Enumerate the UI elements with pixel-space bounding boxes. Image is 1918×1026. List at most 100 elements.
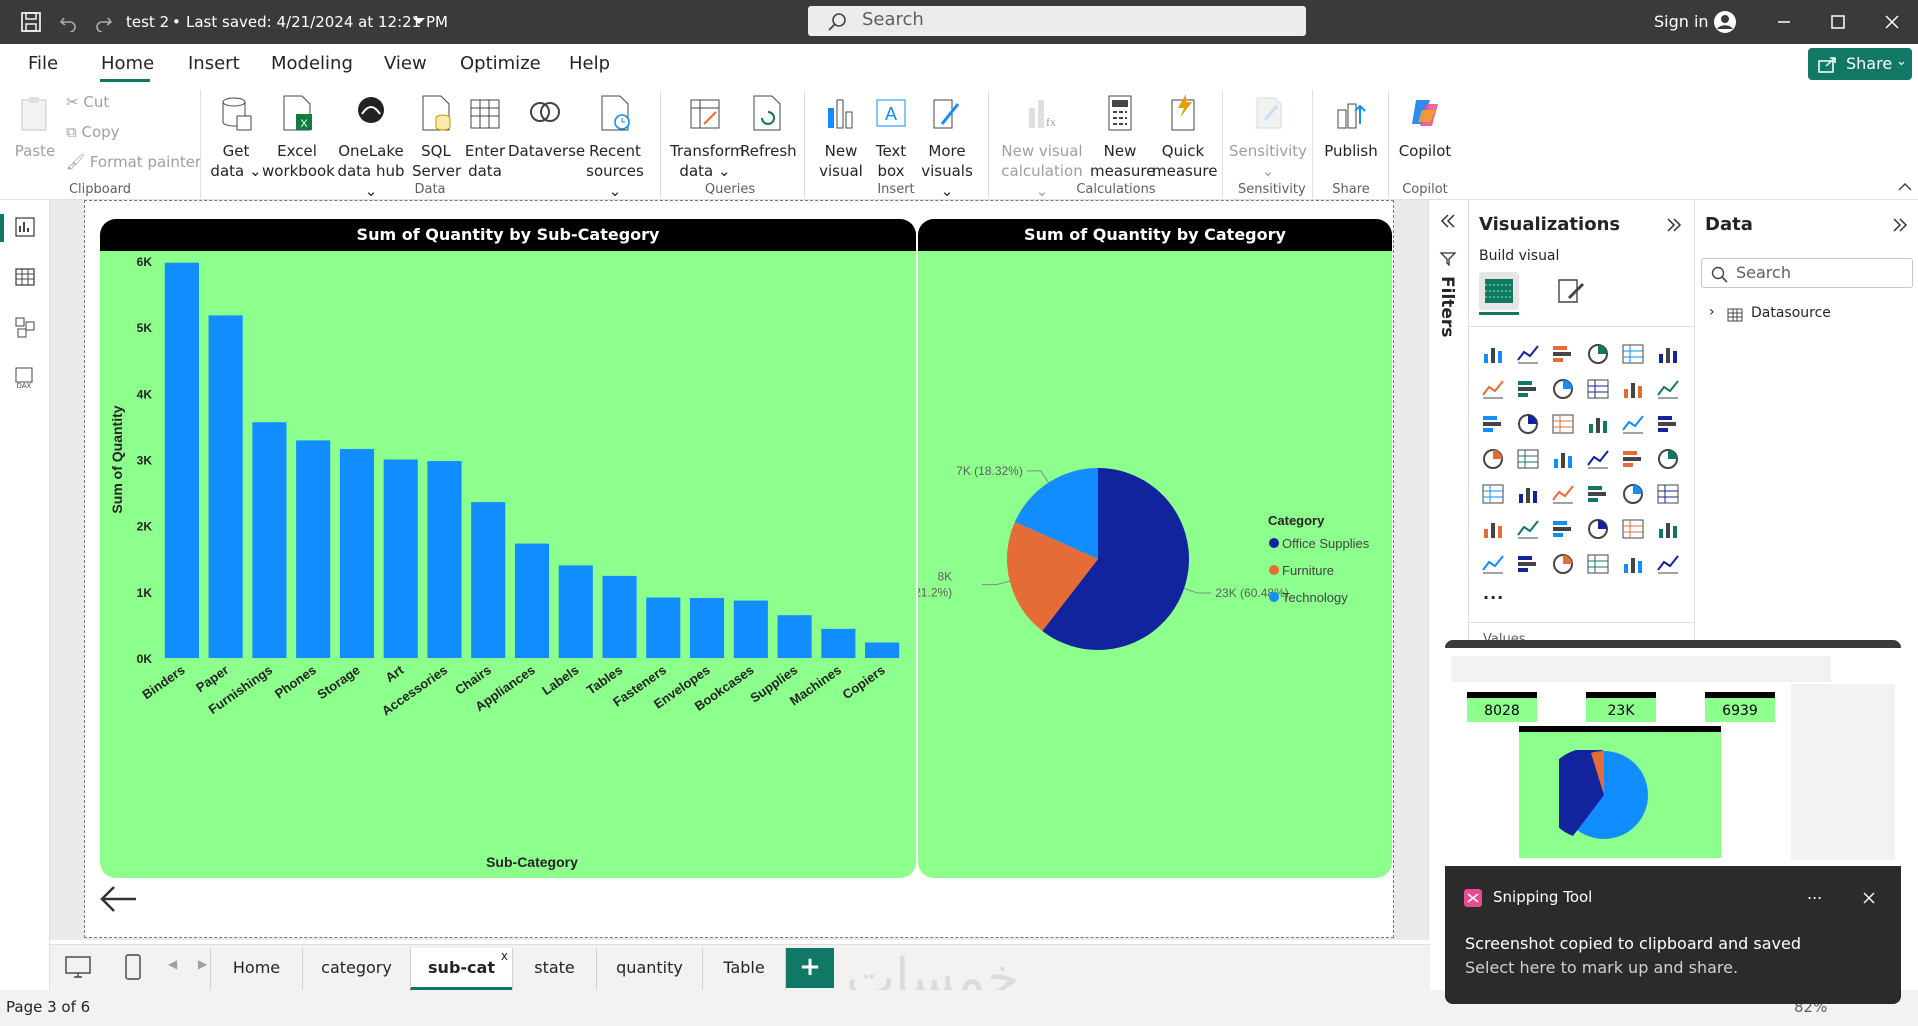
table-view-icon[interactable] bbox=[14, 266, 36, 288]
sign-in-link[interactable]: Sign in bbox=[1654, 12, 1709, 31]
collapse-ribbon-icon[interactable] bbox=[1898, 182, 1912, 192]
new-visual-button[interactable]: New visual bbox=[816, 94, 866, 181]
menu-view[interactable]: View bbox=[384, 53, 427, 74]
scroll-left-icon[interactable]: ◀ bbox=[168, 957, 177, 971]
visual-type-icon[interactable] bbox=[1516, 482, 1540, 506]
copilot-button[interactable]: Copilot bbox=[1394, 94, 1456, 161]
excel-workbook-button[interactable]: X Excel workbook bbox=[262, 94, 335, 181]
visual-type-icon[interactable] bbox=[1481, 377, 1505, 401]
visual-type-icon[interactable] bbox=[1481, 552, 1505, 576]
visual-type-icon[interactable] bbox=[1481, 412, 1505, 436]
visual-type-icon[interactable] bbox=[1551, 412, 1575, 436]
more-visuals-button[interactable]: More visuals ⌄ bbox=[918, 94, 976, 201]
tab-category[interactable]: category bbox=[302, 948, 410, 990]
save-icon[interactable] bbox=[20, 11, 42, 33]
sensitivity-button[interactable]: Sensitivity ⌄ bbox=[1228, 94, 1308, 181]
visual-type-icon[interactable] bbox=[1516, 377, 1540, 401]
report-view-icon[interactable] bbox=[14, 216, 36, 238]
refresh-button[interactable]: Refresh bbox=[740, 94, 797, 161]
desktop-layout-icon[interactable] bbox=[64, 955, 92, 979]
visual-type-icon[interactable] bbox=[1481, 482, 1505, 506]
menu-file[interactable]: File bbox=[28, 53, 58, 74]
visual-type-icon[interactable] bbox=[1656, 552, 1680, 576]
transform-data-button[interactable]: Transform data ⌄ bbox=[670, 94, 745, 181]
new-measure-button[interactable]: New measure bbox=[1090, 94, 1155, 181]
toast-more-icon[interactable]: ... bbox=[1807, 884, 1822, 903]
visual-type-icon[interactable] bbox=[1656, 342, 1680, 366]
menu-insert[interactable]: Insert bbox=[188, 53, 240, 74]
visual-type-icon[interactable] bbox=[1621, 482, 1645, 506]
visual-type-icon[interactable] bbox=[1516, 552, 1540, 576]
visual-type-icon[interactable] bbox=[1586, 482, 1610, 506]
recent-sources-button[interactable]: Recent sources ⌄ bbox=[584, 94, 646, 201]
tab-home[interactable]: Home bbox=[210, 948, 302, 990]
visual-type-icon[interactable] bbox=[1551, 342, 1575, 366]
visual-type-icon[interactable] bbox=[1621, 412, 1645, 436]
undo-icon[interactable] bbox=[58, 12, 78, 32]
mobile-layout-icon[interactable] bbox=[124, 953, 142, 981]
visual-type-icon[interactable] bbox=[1621, 377, 1645, 401]
dataverse-button[interactable]: Dataverse bbox=[508, 94, 585, 161]
visual-type-icon[interactable] bbox=[1621, 342, 1645, 366]
visual-type-icon[interactable] bbox=[1481, 342, 1505, 366]
share-button[interactable]: Share ⌄ bbox=[1808, 48, 1912, 80]
menu-optimize[interactable]: Optimize bbox=[460, 53, 541, 74]
visual-type-icon[interactable] bbox=[1551, 552, 1575, 576]
more-visuals-ellipsis[interactable]: ... bbox=[1483, 584, 1504, 603]
tab-table[interactable]: Table bbox=[702, 948, 786, 990]
visual-type-icon[interactable] bbox=[1586, 342, 1610, 366]
data-search-input[interactable]: Search bbox=[1701, 258, 1913, 288]
onelake-button[interactable]: OneLake data hub ⌄ bbox=[334, 94, 408, 201]
visual-type-icon[interactable] bbox=[1586, 517, 1610, 541]
visual-type-icon[interactable] bbox=[1551, 447, 1575, 471]
collapse-right-icon[interactable] bbox=[1665, 216, 1683, 234]
bar-chart-visual[interactable]: Sum of Quantity by Sub-Category 0K 1K 2K 3K… bbox=[100, 219, 916, 878]
account-icon[interactable] bbox=[1712, 9, 1738, 35]
visual-type-icon[interactable] bbox=[1621, 447, 1645, 471]
cut-button[interactable]: ✂ Cut bbox=[66, 92, 109, 112]
chevron-right-icon[interactable]: › bbox=[1709, 304, 1715, 320]
visual-type-icon[interactable] bbox=[1621, 552, 1645, 576]
tab-sub-cat[interactable]: sub-cat x bbox=[410, 948, 512, 990]
visual-type-icon[interactable] bbox=[1656, 412, 1680, 436]
visual-type-icon[interactable] bbox=[1656, 517, 1680, 541]
copy-button[interactable]: ⧉ Copy bbox=[66, 122, 120, 142]
visual-type-icon[interactable] bbox=[1551, 517, 1575, 541]
collapse-right-icon[interactable] bbox=[1891, 216, 1909, 234]
publish-button[interactable]: Publish bbox=[1318, 94, 1384, 161]
dax-query-view-icon[interactable]: DAX bbox=[12, 366, 38, 390]
visual-type-icon[interactable] bbox=[1481, 517, 1505, 541]
sql-server-button[interactable]: SQL Server bbox=[412, 94, 461, 181]
visual-type-icon[interactable] bbox=[1516, 447, 1540, 471]
visual-type-icon[interactable] bbox=[1586, 447, 1610, 471]
format-visual-icon[interactable] bbox=[1555, 276, 1587, 306]
tab-quantity[interactable]: quantity bbox=[596, 948, 702, 990]
menu-home[interactable]: Home bbox=[101, 53, 154, 74]
menu-help[interactable]: Help bbox=[569, 53, 610, 74]
visual-type-icon[interactable] bbox=[1656, 482, 1680, 506]
expand-left-icon[interactable] bbox=[1439, 212, 1457, 230]
model-view-icon[interactable] bbox=[14, 316, 36, 338]
quick-measure-button[interactable]: Quick measure bbox=[1152, 94, 1217, 181]
visual-type-icon[interactable] bbox=[1481, 447, 1505, 471]
get-data-button[interactable]: Get data ⌄ bbox=[208, 94, 264, 181]
visual-type-icon[interactable] bbox=[1586, 552, 1610, 576]
minimize-icon[interactable] bbox=[1776, 14, 1792, 30]
visual-type-icon[interactable] bbox=[1551, 377, 1575, 401]
maximize-icon[interactable] bbox=[1830, 14, 1846, 30]
visual-type-icon[interactable] bbox=[1516, 342, 1540, 366]
chevron-down-icon[interactable] bbox=[412, 16, 426, 26]
visual-type-icon[interactable] bbox=[1656, 377, 1680, 401]
visual-type-icon[interactable] bbox=[1516, 412, 1540, 436]
enter-data-button[interactable]: Enter data bbox=[462, 94, 508, 181]
scroll-right-icon[interactable]: ▶ bbox=[198, 957, 207, 971]
menu-modeling[interactable]: Modeling bbox=[271, 53, 353, 74]
visual-type-icon[interactable] bbox=[1656, 447, 1680, 471]
datasource-tree-item[interactable]: › Datasource bbox=[1705, 304, 1905, 326]
snipping-tool-toast[interactable]: 8028 23K 6939 Snipping Tool ... Screensh… bbox=[1445, 640, 1901, 1004]
close-tab-icon[interactable]: x bbox=[501, 936, 508, 976]
visual-type-icon[interactable] bbox=[1551, 482, 1575, 506]
add-page-button[interactable]: + bbox=[786, 948, 834, 988]
visual-type-icon[interactable] bbox=[1621, 517, 1645, 541]
visual-type-icon[interactable] bbox=[1586, 412, 1610, 436]
